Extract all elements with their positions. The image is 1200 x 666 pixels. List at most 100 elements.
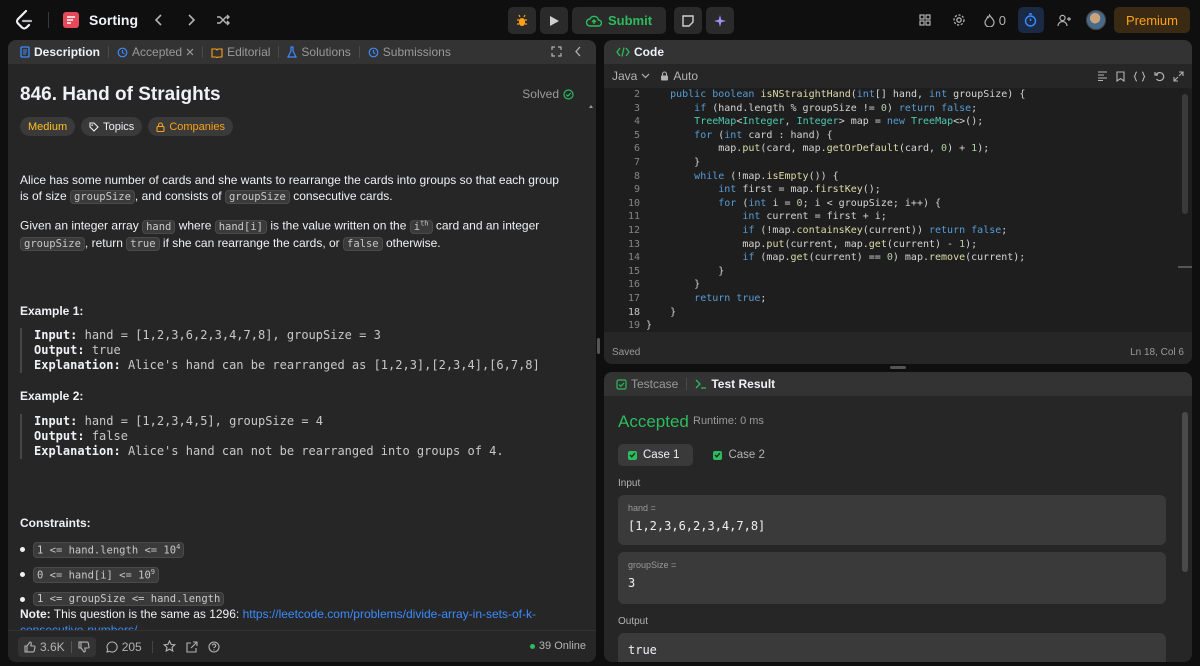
check-circle-icon bbox=[563, 88, 574, 100]
expand-icon[interactable] bbox=[551, 46, 562, 57]
check-icon bbox=[628, 450, 637, 460]
note-icon bbox=[682, 14, 694, 27]
code-panel-header: Code bbox=[604, 40, 1192, 64]
tab-editorial[interactable]: Editorial bbox=[207, 40, 274, 64]
cursor-position: Ln 18, Col 6 bbox=[1130, 346, 1184, 358]
leetcode-logo-icon[interactable] bbox=[14, 10, 34, 30]
check-icon bbox=[713, 450, 723, 460]
text: otherwise. bbox=[382, 235, 441, 250]
save-status: Saved bbox=[612, 346, 641, 358]
tag-icon bbox=[89, 121, 99, 132]
description-scrollbar[interactable] bbox=[588, 104, 594, 630]
tab-label: Submissions bbox=[382, 45, 451, 59]
notes-button[interactable] bbox=[674, 7, 702, 34]
example-1: Input: hand = [1,2,3,6,2,3,4,7,8], group… bbox=[20, 328, 560, 373]
companies-badge[interactable]: Companies bbox=[148, 117, 233, 136]
code-panel: Code Java Auto 2 3 4 5 6 7 8 9 10 11 12 … bbox=[604, 40, 1192, 364]
format-icon[interactable] bbox=[1097, 71, 1108, 81]
output-label: Output bbox=[618, 616, 649, 627]
superscript: 4 bbox=[176, 543, 181, 551]
add-friend-button[interactable] bbox=[1052, 7, 1078, 33]
text: , return bbox=[84, 235, 127, 250]
reset-icon[interactable] bbox=[1154, 71, 1165, 82]
code-lines[interactable]: public boolean isNStraightHand(int[] han… bbox=[646, 88, 1176, 332]
solved-label: Solved bbox=[522, 87, 559, 101]
constraint-item: 1 <= groupSize <= hand.length bbox=[20, 592, 225, 606]
next-problem-button[interactable] bbox=[180, 9, 202, 31]
mode-select[interactable]: Auto bbox=[660, 69, 698, 83]
fullscreen-icon[interactable] bbox=[1173, 70, 1184, 82]
layout-button[interactable] bbox=[912, 7, 938, 33]
book-icon bbox=[211, 47, 223, 58]
timer-button[interactable] bbox=[1017, 7, 1044, 33]
inline-code: ith bbox=[409, 219, 433, 234]
inline-code: groupSize bbox=[224, 190, 290, 204]
vertical-resize-handle[interactable] bbox=[597, 338, 600, 354]
example-2: Input: hand = [1,2,3,4,5], groupSize = 4… bbox=[20, 414, 560, 459]
settings-button[interactable] bbox=[946, 7, 972, 33]
braces-icon[interactable] bbox=[1133, 70, 1146, 82]
comments-button[interactable]: 205 bbox=[105, 639, 142, 654]
line-number: 5 bbox=[633, 129, 640, 141]
editor-scrollbar[interactable] bbox=[1182, 94, 1188, 214]
editor-status-bar: Saved Ln 18, Col 6 bbox=[604, 340, 1192, 364]
line-number: 3 bbox=[633, 102, 640, 114]
mode-label: Auto bbox=[673, 69, 699, 83]
tab-label: Editorial bbox=[227, 45, 271, 59]
online-dot bbox=[529, 643, 535, 649]
line-number: 19 bbox=[627, 320, 640, 332]
bullet bbox=[20, 596, 25, 602]
like-button[interactable]: 3.6K bbox=[18, 636, 96, 657]
close-icon[interactable] bbox=[186, 48, 194, 56]
lock-icon bbox=[661, 71, 669, 81]
tab-test-result[interactable]: Test Result bbox=[691, 372, 779, 396]
premium-button[interactable]: Premium bbox=[1113, 7, 1190, 33]
random-problem-button[interactable] bbox=[212, 9, 234, 31]
code-line: } bbox=[646, 306, 677, 318]
inline-code: 0 <= hand[i] <= 109 bbox=[33, 567, 160, 583]
help-icon[interactable] bbox=[208, 640, 220, 653]
code-line: while (!map.isEmpty()) { bbox=[694, 170, 839, 182]
tab-code[interactable]: Code bbox=[612, 40, 668, 64]
thumbs-down-icon[interactable] bbox=[78, 640, 90, 653]
case-1-tab[interactable]: Case 1 bbox=[618, 444, 694, 466]
share-icon[interactable] bbox=[186, 640, 198, 653]
page-title[interactable]: 846. Hand of Straights bbox=[20, 84, 221, 106]
run-button[interactable] bbox=[540, 7, 568, 34]
language-select[interactable]: Java bbox=[612, 69, 650, 83]
tab-accepted[interactable]: Accepted bbox=[113, 40, 198, 64]
ai-assist-button[interactable] bbox=[706, 7, 734, 34]
case-2-tab[interactable]: Case 2 bbox=[703, 444, 778, 466]
example-input: hand = [1,2,3,4,5], groupSize = 4 bbox=[84, 414, 324, 428]
problem-description: 846. Hand of Straights Solved Medium Top… bbox=[8, 64, 596, 630]
thumbs-up-icon bbox=[24, 640, 36, 653]
debug-button[interactable] bbox=[508, 7, 536, 34]
solved-status: Solved bbox=[522, 87, 574, 101]
inline-code: true bbox=[126, 236, 160, 251]
tab-description[interactable]: Description bbox=[16, 40, 104, 64]
result-scrollbar[interactable] bbox=[1182, 412, 1188, 572]
bookmark-icon[interactable] bbox=[1116, 70, 1125, 82]
tab-solutions[interactable]: Solutions bbox=[283, 40, 354, 64]
collapse-left-icon[interactable] bbox=[574, 46, 582, 57]
streak-counter[interactable]: 0 bbox=[980, 13, 1010, 28]
avatar[interactable] bbox=[1085, 10, 1106, 30]
add-user-icon bbox=[1057, 14, 1072, 26]
chevron-right-icon bbox=[188, 14, 196, 26]
code-editor[interactable]: 2 3 4 5 6 7 8 9 10 11 12 13 14 15 16 17 … bbox=[604, 88, 1192, 332]
example-2-heading: Example 2: bbox=[20, 389, 84, 403]
submit-button[interactable]: Submit bbox=[572, 7, 666, 34]
line-number: 15 bbox=[627, 265, 640, 277]
code-line: } bbox=[646, 320, 653, 332]
topics-badge[interactable]: Topics bbox=[81, 117, 143, 136]
code-line: map.put(current, map.get(current) - 1); bbox=[646, 238, 978, 250]
cloud-upload-icon bbox=[585, 15, 602, 27]
star-icon[interactable] bbox=[162, 640, 176, 653]
prev-problem-button[interactable] bbox=[148, 9, 170, 31]
comment-count: 205 bbox=[121, 639, 142, 654]
horizontal-resize-handle[interactable] bbox=[890, 366, 906, 369]
problem-list-title[interactable]: Sorting bbox=[89, 12, 138, 28]
tab-testcase[interactable]: Testcase bbox=[612, 372, 682, 396]
inline-code: groupSize bbox=[20, 236, 85, 251]
tab-submissions[interactable]: Submissions bbox=[364, 40, 455, 64]
